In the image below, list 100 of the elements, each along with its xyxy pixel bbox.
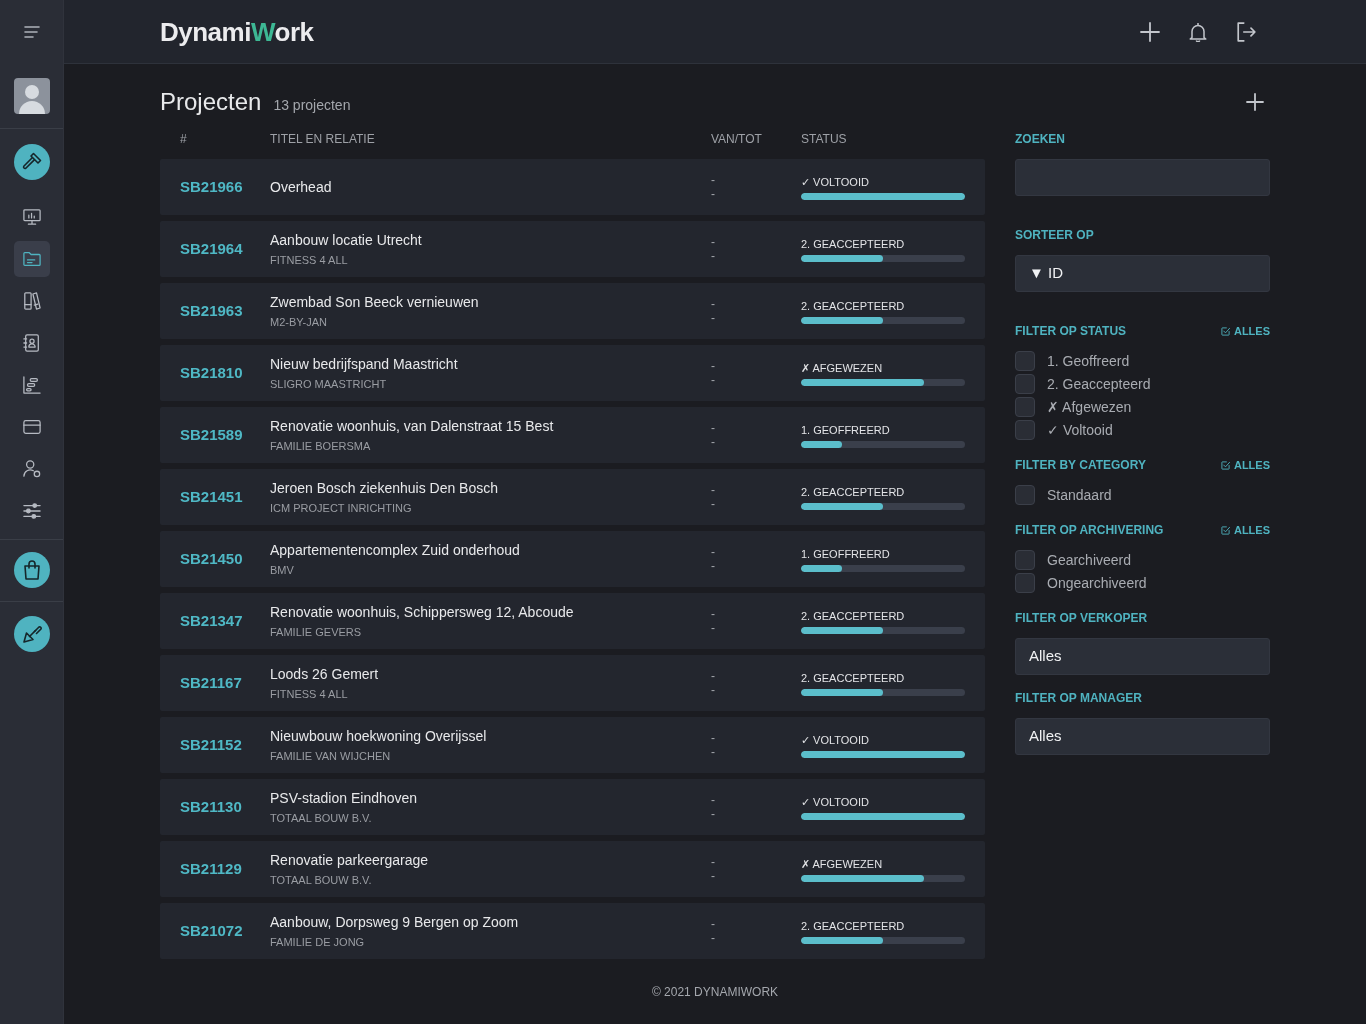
project-row[interactable]: SB21152 Nieuwbouw hoekwoning Overijssel FAMILIE VAN WIJCHEN - - ✓ VOLTOOID: [160, 717, 985, 773]
check-square-icon: [1220, 460, 1230, 470]
project-row[interactable]: SB21130 PSV-stadion Eindhoven TOTAAL BOUW B.V. - - ✓ VOLTOOID: [160, 779, 985, 835]
logo[interactable]: DynamiWork: [160, 18, 314, 45]
date-from: -: [711, 173, 715, 187]
checkbox-label[interactable]: Standaard: [1047, 485, 1112, 505]
project-row[interactable]: SB21072 Aanbouw, Dorpsweg 9 Bergen op Zoom FAMILIE DE JONG - - 2. GEACCEPTEERD: [160, 903, 985, 959]
date-to: -: [711, 621, 715, 635]
filter-heading: ZOEKEN: [1015, 131, 1065, 147]
checkbox-label[interactable]: Gearchiveerd: [1047, 550, 1132, 570]
status-label: 1. GEOFFREERD: [801, 422, 890, 437]
select-all-link[interactable]: ALLES: [1220, 325, 1270, 337]
filter-heading: FILTER OP ARCHIVERING: [1015, 522, 1164, 538]
checkbox[interactable]: [1015, 485, 1035, 505]
date-from: -: [711, 235, 715, 249]
project-relation: ICM PROJECT INRICHTING: [270, 502, 412, 515]
project-row[interactable]: SB21810 Nieuw bedrijfspand Maastricht SLIGRO MAASTRICHT - - ✗ AFGEWEZEN: [160, 345, 985, 401]
column-header[interactable]: #: [180, 132, 187, 146]
date-to: -: [711, 187, 715, 201]
project-id[interactable]: SB21347: [180, 612, 243, 629]
checkbox[interactable]: [1015, 397, 1035, 417]
checkbox[interactable]: [1015, 573, 1035, 593]
project-row[interactable]: SB21966 Overhead - - ✓ VOLTOOID: [160, 159, 985, 215]
page-title: Projecten: [160, 90, 262, 114]
filter-heading: FILTER OP VERKOPER: [1015, 610, 1148, 626]
project-id[interactable]: SB21810: [180, 364, 243, 381]
sidebar-action-button[interactable]: [13, 552, 50, 588]
avatar-icon[interactable]: [13, 78, 50, 114]
search-field[interactable]: [1015, 159, 1270, 196]
checkbox[interactable]: [1015, 420, 1035, 440]
project-relation: M2-BY-JAN: [270, 316, 328, 329]
project-title: Nieuw bedrijfspand Maastricht: [270, 355, 458, 373]
project-id[interactable]: SB21963: [180, 302, 243, 319]
checkbox-label[interactable]: Ongearchiveerd: [1047, 573, 1147, 593]
bell-icon[interactable]: [1188, 21, 1208, 42]
project-id[interactable]: SB21167: [180, 674, 242, 691]
project-title: Appartementencomplex Zuid onderhoud: [270, 541, 520, 559]
project-title: Zwembad Son Beeck vernieuwen: [270, 293, 479, 311]
status-label: 2. GEACCEPTEERD: [801, 608, 905, 623]
checkbox-label[interactable]: ✓ Voltooid: [1047, 420, 1113, 440]
project-row[interactable]: SB21129 Renovatie parkeergarage TOTAAL BOUW B.V. - - ✗ AFGEWEZEN: [160, 841, 985, 897]
date-to: -: [711, 931, 715, 945]
select-all-link[interactable]: ALLES: [1220, 524, 1270, 536]
status-label: ✓ VOLTOOID: [801, 174, 869, 189]
project-id[interactable]: SB21072: [180, 922, 243, 939]
filter-select[interactable]: Alles: [1015, 718, 1270, 755]
date-from: -: [711, 421, 715, 435]
footer-copyright: © 2021 DYNAMIWORK: [651, 984, 779, 1000]
column-header[interactable]: STATUS: [801, 132, 847, 146]
plus-icon[interactable]: [1246, 93, 1264, 111]
menu-icon[interactable]: [23, 26, 40, 38]
project-row[interactable]: SB21450 Appartementencomplex Zuid onderhoud BMV - - 1. GEOFFREERD: [160, 531, 985, 587]
project-id[interactable]: SB21451: [180, 488, 243, 505]
project-title: Overhead: [270, 178, 332, 196]
project-relation: FAMILIE GEVERS: [270, 626, 362, 639]
project-id[interactable]: SB21964: [180, 240, 243, 257]
date-from: -: [711, 731, 715, 745]
select-all-link[interactable]: ALLES: [1220, 459, 1270, 471]
project-id[interactable]: SB21130: [180, 798, 242, 815]
project-row[interactable]: SB21347 Renovatie woonhuis, Schippersweg 12, Abcoude FAMILIE GEVERS - - 2. GEACCEPTEERD: [160, 593, 985, 649]
date-to: -: [711, 683, 715, 697]
project-relation: FAMILIE BOERSMA: [270, 440, 371, 453]
project-title: Aanbouw, Dorpsweg 9 Bergen op Zoom: [270, 913, 519, 931]
sort-select[interactable]: ▼ ID: [1015, 255, 1270, 292]
project-id[interactable]: SB21966: [180, 178, 243, 195]
check-square-icon: [1220, 525, 1230, 535]
project-relation: BMV: [270, 564, 294, 577]
checkbox-label[interactable]: 2. Geaccepteerd: [1047, 374, 1151, 394]
project-id[interactable]: SB21589: [180, 426, 243, 443]
filter-heading: FILTER OP MANAGER: [1015, 690, 1142, 706]
checkbox-label[interactable]: ✗ Afgewezen: [1047, 397, 1132, 417]
checkbox[interactable]: [1015, 550, 1035, 570]
column-header[interactable]: VAN/TOT: [711, 132, 762, 146]
checkbox[interactable]: [1015, 374, 1035, 394]
sidebar-action-button[interactable]: [13, 144, 50, 180]
plus-icon[interactable]: [1140, 21, 1160, 42]
project-row[interactable]: SB21589 Renovatie woonhuis, van Dalenstraat 15 Best FAMILIE BOERSMA - - 1. GEOFFREERD: [160, 407, 985, 463]
filter-heading: FILTER BY CATEGORY: [1015, 457, 1146, 473]
project-row[interactable]: SB21963 Zwembad Son Beeck vernieuwen M2-BY-JAN - - 2. GEACCEPTEERD: [160, 283, 985, 339]
project-row[interactable]: SB21451 Jeroen Bosch ziekenhuis Den Bosch ICM PROJECT INRICHTING - - 2. GEACCEPTEERD: [160, 469, 985, 525]
contact-book-icon: [22, 334, 41, 352]
checkbox-label[interactable]: 1. Geoffreerd: [1047, 351, 1130, 371]
project-row[interactable]: SB21167 Loods 26 Gemert FITNESS 4 ALL - - 2. GEACCEPTEERD: [160, 655, 985, 711]
project-title: Nieuwbouw hoekwoning Overijssel: [270, 727, 487, 745]
filter-heading: SORTEER OP: [1015, 227, 1094, 243]
filter-select[interactable]: Alles: [1015, 638, 1270, 675]
column-header[interactable]: TITEL EN RELATIE: [270, 132, 375, 146]
date-to: -: [711, 373, 715, 387]
project-title: PSV-stadion Eindhoven: [270, 789, 418, 807]
checkbox[interactable]: [1015, 351, 1035, 371]
project-id[interactable]: SB21152: [180, 736, 242, 753]
logout-icon[interactable]: [1236, 21, 1256, 42]
project-id[interactable]: SB21129: [180, 860, 242, 877]
date-from: -: [711, 359, 715, 373]
project-relation: FITNESS 4 ALL: [270, 688, 348, 701]
project-id[interactable]: SB21450: [180, 550, 243, 567]
sidebar-nav-button[interactable]: [13, 241, 50, 277]
status-label: 2. GEACCEPTEERD: [801, 670, 905, 685]
sidebar-action-button[interactable]: [13, 616, 50, 652]
project-row[interactable]: SB21964 Aanbouw locatie Utrecht FITNESS 4 ALL - - 2. GEACCEPTEERD: [160, 221, 985, 277]
